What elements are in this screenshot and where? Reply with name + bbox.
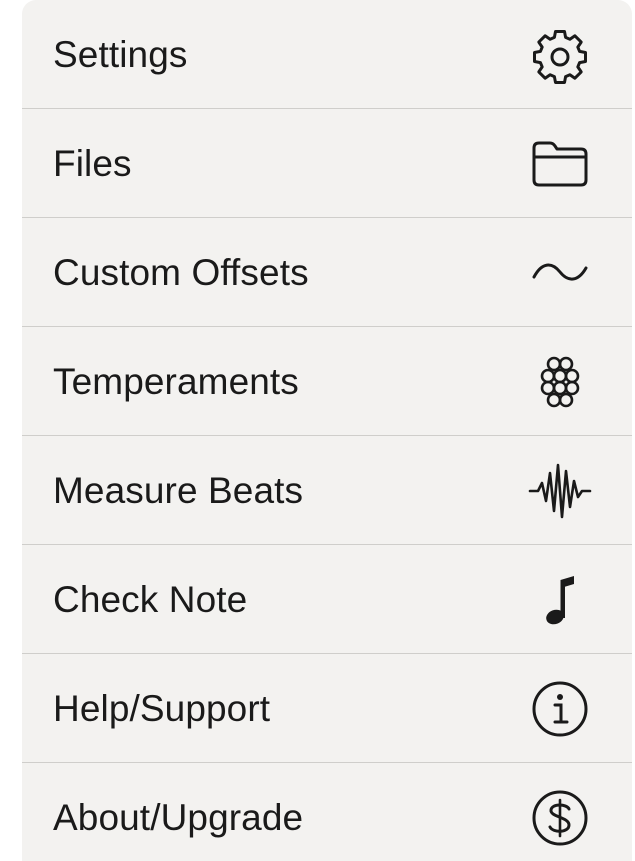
tilde-wave-icon (528, 241, 592, 305)
music-note-icon (528, 568, 592, 632)
menu-item-settings[interactable]: Settings (22, 0, 632, 109)
circle-cluster-icon (528, 350, 592, 414)
gear-icon (528, 23, 592, 87)
menu-item-label: About/Upgrade (53, 796, 304, 838)
menu-item-label: Check Note (53, 578, 248, 620)
waveform-icon (528, 459, 592, 523)
menu-item-label: Custom Offsets (53, 251, 309, 293)
menu-item-label: Help/Support (53, 687, 271, 729)
menu-item-temperaments[interactable]: Temperaments (22, 327, 632, 436)
dollar-circle-icon (528, 786, 592, 850)
menu-item-measure-beats[interactable]: Measure Beats (22, 436, 632, 545)
menu-item-label: Settings (53, 33, 188, 75)
app-menu-popover: Settings Files Custom Offsets Temperamen… (22, 0, 632, 861)
menu-item-files[interactable]: Files (22, 109, 632, 218)
folder-icon (528, 132, 592, 196)
menu-item-label: Files (53, 142, 132, 184)
menu-item-label: Measure Beats (53, 469, 304, 511)
menu-item-check-note[interactable]: Check Note (22, 545, 632, 654)
menu-item-help-support[interactable]: Help/Support (22, 654, 632, 763)
info-circle-icon (528, 677, 592, 741)
menu-item-label: Temperaments (53, 360, 299, 402)
menu-item-custom-offsets[interactable]: Custom Offsets (22, 218, 632, 327)
menu-item-about-upgrade[interactable]: About/Upgrade (22, 763, 632, 861)
